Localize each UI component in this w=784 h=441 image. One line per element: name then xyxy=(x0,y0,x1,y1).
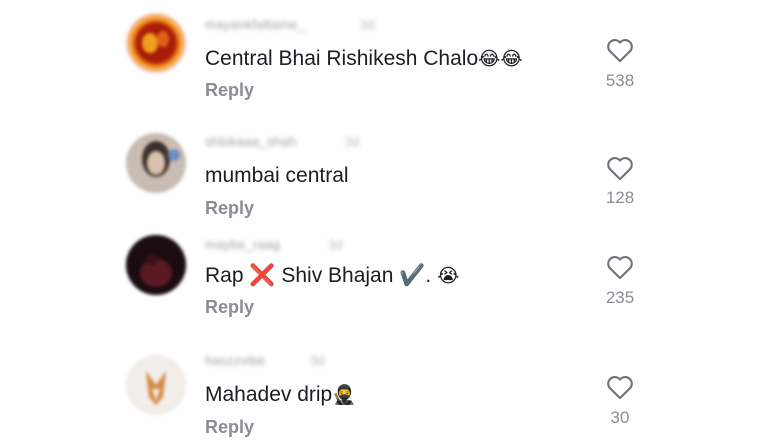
avatar[interactable] xyxy=(126,13,186,73)
comment-emoji: 😭 xyxy=(437,265,460,287)
reply-button[interactable]: Reply xyxy=(205,417,254,438)
comment-text-body: mumbai central xyxy=(205,164,349,187)
avatar-dark-photo xyxy=(126,235,186,295)
comment-emoji: 🥷 xyxy=(332,384,356,406)
comment-text: Central Bhai Rishikesh Chalo😂😂 xyxy=(205,47,523,71)
comment-username[interactable]: maybe_raag xyxy=(205,237,280,252)
reply-button[interactable]: Reply xyxy=(205,198,254,219)
avatar[interactable] xyxy=(126,235,186,295)
avatar-fox-illustration xyxy=(126,355,186,415)
like-count: 128 xyxy=(605,188,635,207)
heart-outline-icon[interactable] xyxy=(606,374,634,400)
heart-outline-icon[interactable] xyxy=(606,37,634,63)
heart-outline-icon[interactable] xyxy=(606,155,634,181)
comment-text-body: Mahadev drip xyxy=(205,383,333,406)
comment-username[interactable]: mayankfaftame_ xyxy=(205,17,305,32)
reply-button[interactable]: Reply xyxy=(205,80,254,101)
comment-text: mumbai central xyxy=(205,164,349,188)
comment-item: haszzvibe 3d Mahadev drip🥷 Reply 30 xyxy=(0,341,784,441)
avatar[interactable] xyxy=(126,133,186,193)
comment-text-body: Central Bhai Rishikesh Chalo xyxy=(205,47,479,70)
like-count: 538 xyxy=(605,71,635,90)
comment-age: 3d xyxy=(345,134,360,149)
avatar[interactable] xyxy=(126,355,186,415)
like-count: 30 xyxy=(610,408,630,427)
reply-button[interactable]: Reply xyxy=(205,297,254,318)
comment-text: Mahadev drip🥷 xyxy=(205,383,356,407)
heart-outline-icon[interactable] xyxy=(606,254,634,280)
comment-emoji: 😂😂 xyxy=(478,48,523,70)
comment-username[interactable]: shlokaaa_shah xyxy=(205,134,296,149)
comment-username[interactable]: haszzvibe xyxy=(205,353,266,368)
comment-item: mayankfaftame_ 3d Central Bhai Rishikesh… xyxy=(0,0,784,100)
avatar-person-photo xyxy=(126,133,186,193)
comment-text: Rap ❌ Shiv Bhajan ✔️. 😭 xyxy=(205,264,459,288)
comment-age: 3d xyxy=(360,17,375,32)
comment-text-body: Rap ❌ Shiv Bhajan ✔️. xyxy=(205,264,432,287)
comment-item: maybe_raag 3d Rap ❌ Shiv Bhajan ✔️. 😭 Re… xyxy=(0,226,784,326)
comment-age: 3d xyxy=(328,237,343,252)
comment-age: 3d xyxy=(310,353,325,368)
like-count: 235 xyxy=(605,288,635,307)
avatar-flame-photo xyxy=(136,23,176,63)
comment-item: shlokaaa_shah 3d mumbai central Reply 12… xyxy=(0,118,784,218)
